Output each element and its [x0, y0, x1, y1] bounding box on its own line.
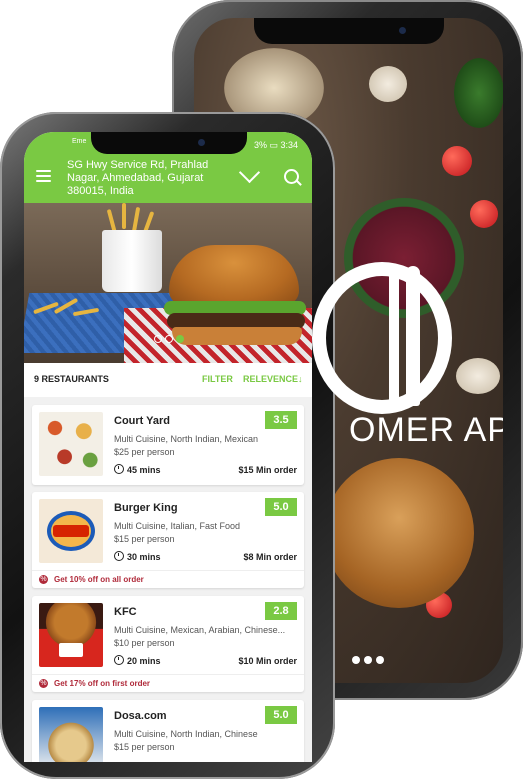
restaurant-thumbnail	[39, 499, 103, 563]
clock-icon	[114, 464, 124, 474]
delivery-time: 30 mins	[127, 552, 161, 562]
offer-row: % Get 10% off on all order	[32, 570, 304, 587]
app-header: Eme 3% ▭ 3:34 SG Hwy Service Rd, Prahlad…	[24, 132, 312, 203]
min-order: $15 Min order	[238, 465, 297, 475]
page-dot	[376, 656, 384, 664]
phone-notch	[254, 18, 444, 44]
restaurant-card[interactable]: Court Yard 3.5 Multi Cuisine, North Indi…	[32, 405, 304, 485]
burger-bun-bottom-image	[172, 327, 302, 345]
restaurant-card[interactable]: KFC 2.8 Multi Cuisine, Mexican, Arabian,…	[32, 596, 304, 692]
rating-badge: 5.0	[265, 498, 297, 516]
phone-notch	[91, 132, 247, 154]
min-order: $8 Min order	[243, 552, 297, 562]
clock-icon	[114, 551, 124, 561]
restaurant-thumbnail	[39, 412, 103, 476]
restaurant-list-screen: Eme 3% ▭ 3:34 SG Hwy Service Rd, Prahlad…	[24, 132, 312, 762]
page-dot	[364, 656, 372, 664]
status-battery-time: 3% ▭ 3:34	[253, 140, 298, 150]
price-text: $25 per person	[114, 447, 175, 457]
offer-row: % Get 17% off on first order	[32, 674, 304, 691]
sort-button[interactable]: RELEVENCE↓	[243, 374, 303, 384]
restaurant-name: Court Yard	[114, 415, 171, 427]
garlic-image	[369, 66, 407, 102]
promo-banner[interactable]	[24, 203, 312, 363]
offer-icon: %	[39, 575, 48, 584]
camera-icon	[198, 139, 205, 146]
price-text: $10 per person	[114, 638, 175, 648]
restaurant-card[interactable]: Burger King 5.0 Multi Cuisine, Italian, …	[32, 492, 304, 588]
fry-decoration	[122, 203, 126, 229]
offer-text: Get 10% off on all order	[54, 575, 144, 584]
front-phone: Eme 3% ▭ 3:34 SG Hwy Service Rd, Prahlad…	[0, 112, 335, 779]
restaurant-thumbnail	[39, 603, 103, 667]
restaurant-name: Dosa.com	[114, 710, 167, 722]
tomato-image	[442, 146, 472, 176]
status-carrier: Eme	[72, 138, 87, 145]
restaurant-card[interactable]: Dosa.com 5.0 Multi Cuisine, North Indian…	[32, 700, 304, 762]
rating-badge: 3.5	[265, 411, 297, 429]
kfc-bucket-label	[59, 643, 83, 657]
app-title: OMER APP	[349, 411, 503, 449]
banner-indicator	[154, 335, 184, 343]
filter-button[interactable]: FILTER	[202, 374, 233, 384]
offer-text: Get 17% off on first order	[54, 679, 151, 688]
banner-dot-active[interactable]	[176, 335, 184, 343]
list-toolbar: 9 RESTAURANTS FILTER RELEVENCE↓	[24, 363, 312, 397]
leaves-image	[454, 58, 503, 128]
tomato-image	[470, 200, 498, 228]
price-text: $15 per person	[114, 742, 175, 752]
delivery-time: 20 mins	[127, 656, 161, 666]
logo-plate-icon	[312, 262, 452, 414]
offer-icon: %	[39, 679, 48, 688]
chevron-down-icon[interactable]	[238, 161, 261, 184]
burger-bun-image	[169, 245, 299, 305]
cuisine-text: Multi Cuisine, North Indian, Mexican	[114, 434, 259, 444]
burger-image	[324, 458, 474, 608]
cuisine-text: Multi Cuisine, Italian, Fast Food	[114, 521, 241, 531]
restaurant-thumbnail	[39, 707, 103, 762]
restaurant-name: Burger King	[114, 502, 178, 514]
price-text: $15 per person	[114, 534, 175, 544]
cuisine-text: Multi Cuisine, Mexican, Arabian, Chinese…	[114, 625, 286, 635]
location-address[interactable]: SG Hwy Service Rd, Prahlad Nagar, Ahmeda…	[67, 159, 227, 198]
banner-dot[interactable]	[165, 335, 173, 343]
camera-icon	[399, 27, 406, 34]
rating-badge: 5.0	[265, 706, 297, 724]
burger-king-logo-text	[53, 525, 89, 537]
cuisine-text: Multi Cuisine, North Indian, Chinese	[114, 729, 258, 739]
logo-fork-icon	[389, 266, 399, 406]
min-order: $10 Min order	[238, 656, 297, 666]
fries-cup-image	[102, 230, 162, 292]
restaurant-name: KFC	[114, 606, 137, 618]
search-icon[interactable]	[284, 169, 299, 184]
restaurant-count: 9 RESTAURANTS	[34, 374, 109, 384]
rating-badge: 2.8	[265, 602, 297, 620]
garlic-image	[456, 358, 500, 394]
page-dot	[352, 656, 360, 664]
delivery-time: 45 mins	[127, 465, 161, 475]
banner-dot[interactable]	[154, 335, 162, 343]
clock-icon	[114, 655, 124, 665]
logo-knife-icon	[406, 266, 420, 406]
hamburger-icon[interactable]	[36, 170, 51, 185]
page-indicator	[352, 656, 384, 664]
